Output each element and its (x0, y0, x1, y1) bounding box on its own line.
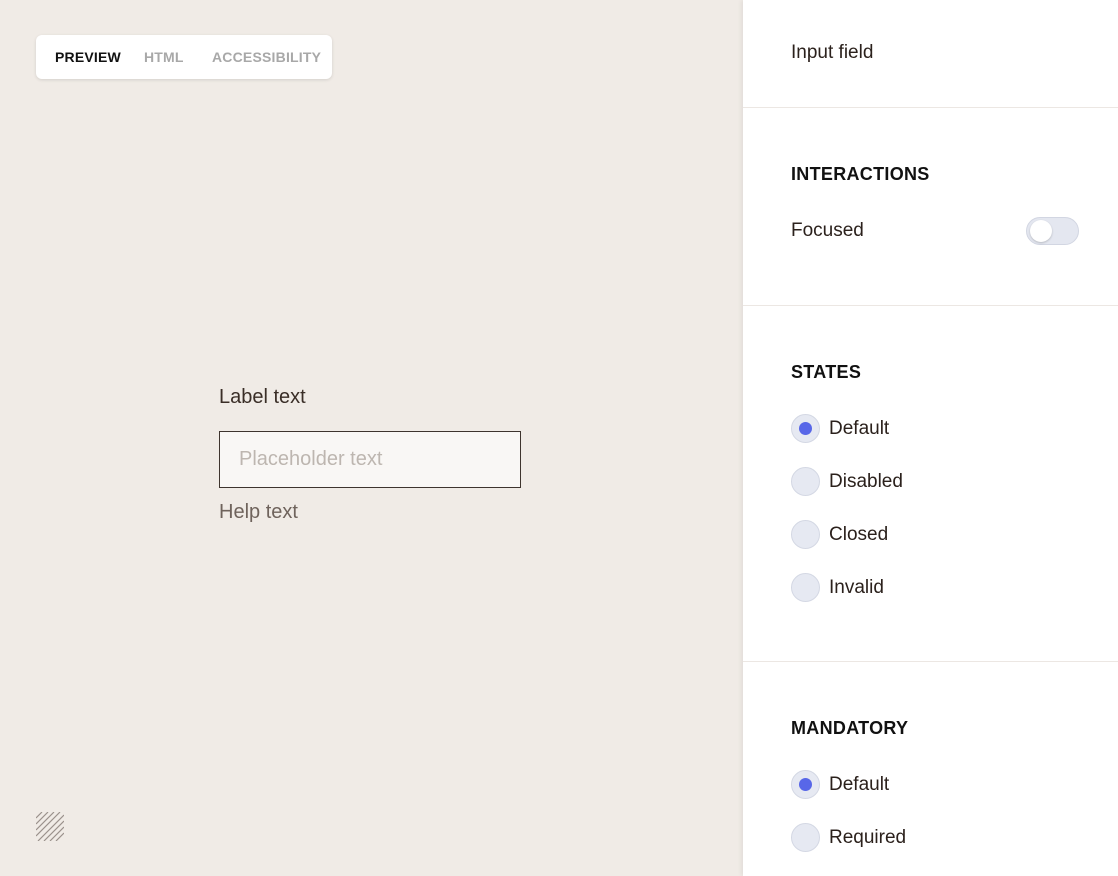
toggle-knob (1030, 220, 1052, 242)
radio-button[interactable] (791, 414, 820, 443)
state-option-invalid[interactable]: Invalid (791, 573, 1051, 603)
mandatory-option-default[interactable]: Default (791, 770, 1051, 800)
radio-button[interactable] (791, 467, 820, 496)
panel-header: Input field (743, 0, 1118, 108)
preview-tabbar: PREVIEW HTML ACCESSIBILITY (36, 35, 332, 79)
diagonal-stripes-icon (36, 812, 64, 841)
states-heading: STATES (791, 362, 862, 382)
help-text: Help text (219, 501, 298, 523)
state-option-disabled[interactable]: Disabled (791, 467, 1051, 497)
radio-label: Invalid (829, 577, 884, 598)
app-root: PREVIEW HTML ACCESSIBILITY Label text He… (0, 0, 1118, 876)
panel-title: Input field (791, 42, 874, 63)
text-input[interactable] (219, 431, 521, 488)
radio-button[interactable] (791, 823, 820, 852)
preview-canvas: PREVIEW HTML ACCESSIBILITY Label text He… (0, 0, 743, 876)
states-section: STATES Default Disabled Closed Invalid (743, 306, 1118, 662)
radio-label: Default (829, 774, 890, 795)
focused-toggle[interactable] (1026, 217, 1079, 245)
radio-button[interactable] (791, 770, 820, 799)
mandatory-section: MANDATORY Default Required (743, 662, 1118, 876)
mandatory-option-required[interactable]: Required (791, 823, 1051, 853)
tab-accessibility[interactable]: ACCESSIBILITY (212, 35, 321, 79)
focused-label: Focused (791, 220, 864, 241)
state-option-closed[interactable]: Closed (791, 520, 1051, 550)
tab-html[interactable]: HTML (144, 35, 184, 79)
mandatory-heading: MANDATORY (791, 718, 909, 738)
radio-label: Required (829, 827, 907, 848)
field-label: Label text (219, 386, 306, 408)
properties-panel: Input field INTERACTIONS Focused STATES … (743, 0, 1118, 876)
state-option-default[interactable]: Default (791, 414, 1051, 444)
radio-button[interactable] (791, 520, 820, 549)
radio-button[interactable] (791, 573, 820, 602)
radio-label: Disabled (829, 471, 903, 492)
radio-label: Closed (829, 524, 889, 545)
tab-preview[interactable]: PREVIEW (55, 35, 121, 79)
interactions-heading: INTERACTIONS (791, 164, 930, 184)
interactions-section: INTERACTIONS Focused (743, 108, 1118, 306)
radio-label: Default (829, 418, 890, 439)
